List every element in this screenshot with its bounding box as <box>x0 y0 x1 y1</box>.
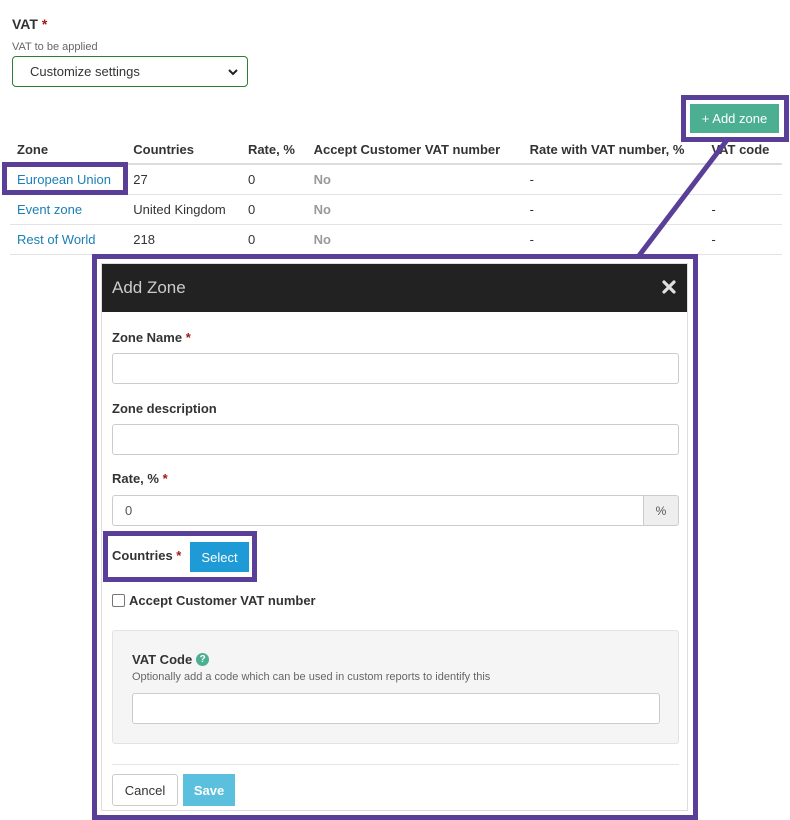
help-icon[interactable]: ? <box>196 653 210 666</box>
vat-label: VAT * <box>12 16 47 32</box>
vat-help-text: VAT to be applied <box>12 41 98 53</box>
cell-vat-code: - <box>704 194 782 225</box>
col-vat-code: VAT code <box>704 136 782 165</box>
countries-label: Countries * <box>112 548 181 563</box>
vat-code-panel: VAT Code ? Optionally add a code which c… <box>112 630 679 744</box>
table-row: Event zone United Kingdom 0 No - - <box>10 194 782 225</box>
table-header-row: Zone Countries Rate, % Accept Customer V… <box>10 136 782 165</box>
col-rate: Rate, % <box>240 136 307 165</box>
footer-divider <box>112 764 679 765</box>
zone-link-rest-of-world[interactable]: Rest of World <box>10 224 127 255</box>
rate-input[interactable]: 0 <box>112 495 644 526</box>
cell-vat-code: - <box>704 224 782 255</box>
zone-description-label: Zone description <box>112 401 217 416</box>
cell-rate-vat: - <box>522 224 705 255</box>
add-zone-modal: Add Zone Zone Name * Zone description Ra… <box>101 263 688 811</box>
cell-rate: 0 <box>240 224 307 255</box>
vat-select[interactable]: Customize settings <box>12 56 248 87</box>
add-zone-button[interactable]: + Add zone <box>690 104 779 133</box>
table-row: Rest of World 218 0 No - - <box>10 224 782 255</box>
required-mark: * <box>162 471 168 486</box>
vat-select-value: Customize settings <box>30 64 140 79</box>
vat-code-help: Optionally add a code which can be used … <box>132 671 491 683</box>
accept-vat-row: Accept Customer VAT number <box>112 593 316 608</box>
col-zone: Zone <box>10 136 127 165</box>
required-mark: * <box>41 16 48 32</box>
accept-vat-checkbox[interactable] <box>112 594 125 607</box>
zone-link-event-zone[interactable]: Event zone <box>10 194 127 225</box>
vat-code-label-text: VAT Code <box>132 652 193 667</box>
accept-vat-label: Accept Customer VAT number <box>129 593 316 608</box>
vat-code-input[interactable] <box>132 693 660 724</box>
cell-accept: No <box>306 224 523 255</box>
zone-name-input[interactable] <box>112 353 679 384</box>
chevron-down-icon <box>228 69 238 76</box>
save-button[interactable]: Save <box>183 774 235 806</box>
zone-name-label-text: Zone Name <box>112 330 183 345</box>
cell-accept: No <box>306 194 523 225</box>
select-countries-button[interactable]: Select <box>190 542 249 572</box>
percent-addon: % <box>643 495 679 526</box>
cell-rate: 0 <box>240 164 307 195</box>
col-rate-vat: Rate with VAT number, % <box>522 136 705 165</box>
modal-title: Add Zone <box>112 278 186 297</box>
zone-description-input[interactable] <box>112 424 679 455</box>
table-row: European Union 27 0 No - <box>10 164 782 195</box>
close-icon[interactable] <box>661 279 677 295</box>
cell-countries: 218 <box>126 224 241 255</box>
modal-header: Add Zone <box>102 264 687 312</box>
rate-label: Rate, % * <box>112 471 168 486</box>
required-mark: * <box>176 548 182 563</box>
cell-rate-vat: - <box>522 194 705 225</box>
cell-vat-code <box>704 164 782 195</box>
col-accept: Accept Customer VAT number <box>306 136 523 165</box>
cell-countries: United Kingdom <box>126 194 241 225</box>
required-mark: * <box>185 330 191 345</box>
rate-label-text: Rate, % <box>112 471 159 486</box>
zones-table: Zone Countries Rate, % Accept Customer V… <box>10 136 782 255</box>
cell-rate-vat: - <box>522 164 705 195</box>
countries-label-text: Countries <box>112 548 173 563</box>
cell-accept: No <box>306 164 523 195</box>
cell-countries: 27 <box>126 164 241 195</box>
zone-name-label: Zone Name * <box>112 330 191 345</box>
vat-label-text: VAT <box>12 16 38 32</box>
zone-link-european-union[interactable]: European Union <box>10 164 127 195</box>
cell-rate: 0 <box>240 194 307 225</box>
col-countries: Countries <box>126 136 241 165</box>
cancel-button[interactable]: Cancel <box>112 774 178 806</box>
vat-code-label: VAT Code ? <box>132 652 210 667</box>
rate-input-group: 0 % <box>112 495 679 526</box>
